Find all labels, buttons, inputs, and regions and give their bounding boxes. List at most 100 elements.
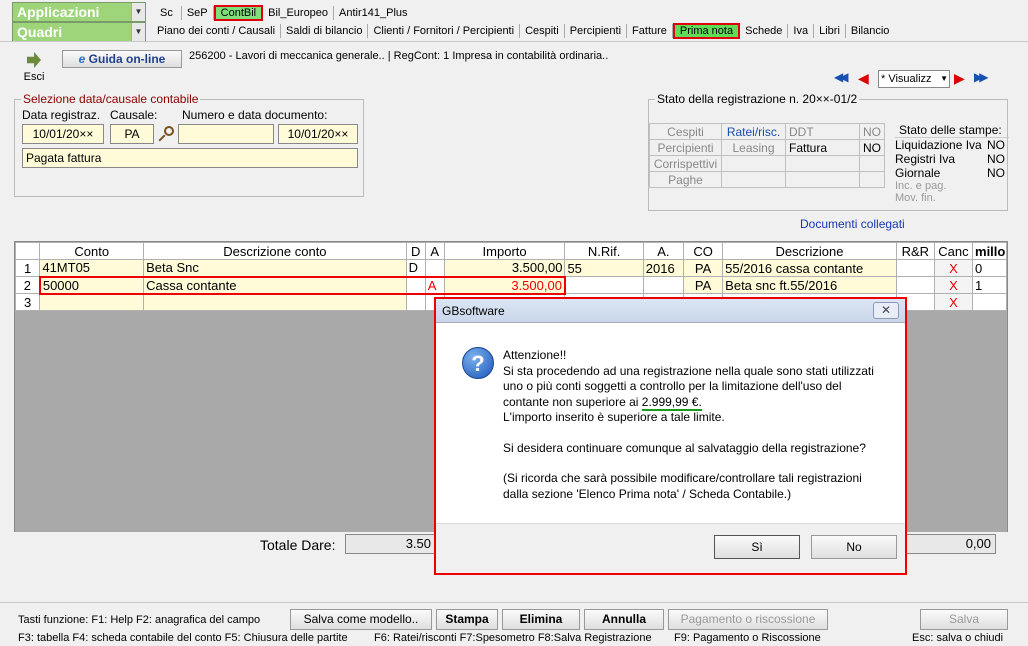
- col-header-d[interactable]: D: [405, 242, 426, 260]
- warning-dialog: GBsoftware ✕ ? Attenzione!! Si sta proce…: [434, 297, 907, 575]
- menu-cespiti[interactable]: Cespiti: [520, 24, 565, 38]
- data-documento-field[interactable]: 10/01/20××: [278, 124, 358, 144]
- elimina-button[interactable]: Elimina: [502, 609, 580, 630]
- no-button[interactable]: No: [811, 535, 897, 559]
- dialog-text: contante non superiore ai: [503, 394, 642, 409]
- prev-record-icon[interactable]: ◀: [858, 70, 874, 88]
- menu-clienti[interactable]: Clienti / Fornitori / Percipienti: [368, 24, 521, 38]
- applicazioni-combo[interactable]: Applicazioni ▼: [12, 2, 146, 22]
- totale-dare-number: 3.50: [405, 536, 431, 551]
- table-row[interactable]: 1 41MT05 Beta Snc D 3.500,00 55 2016 PA …: [14, 259, 1007, 277]
- cell-descrizione-conto[interactable]: Beta Snc: [143, 259, 407, 277]
- pagamento-button[interactable]: Pagamento o riscossione: [668, 609, 828, 630]
- delete-row-icon[interactable]: X: [933, 276, 974, 294]
- cell-millo[interactable]: [972, 293, 1007, 311]
- col-header-canc[interactable]: Canc: [933, 242, 974, 260]
- menu-bil-europeo[interactable]: Bil_Europeo: [263, 6, 335, 20]
- cell-anno[interactable]: [642, 276, 685, 294]
- col-header-anno[interactable]: A.: [642, 242, 685, 260]
- cell-importo[interactable]: 3.500,00: [443, 259, 566, 277]
- stampa-button[interactable]: Stampa: [436, 609, 498, 630]
- menu-prima-nota[interactable]: Prima nota: [672, 23, 741, 39]
- annulla-button[interactable]: Annulla: [584, 609, 664, 630]
- stampe-gio-value: NO: [987, 166, 1005, 180]
- row-number: 1: [14, 259, 41, 277]
- col-header-rr[interactable]: R&R: [895, 242, 935, 260]
- menu-bilancio[interactable]: Bilancio: [846, 24, 895, 38]
- menu-fatture[interactable]: Fatture: [627, 24, 673, 38]
- esci-button[interactable]: Esci: [12, 50, 56, 88]
- menu-piano-conti[interactable]: Piano dei conti / Causali: [152, 24, 282, 38]
- cell-a[interactable]: A: [424, 275, 445, 295]
- documenti-collegati-link[interactable]: Documenti collegati: [800, 217, 905, 231]
- stato-table: Cespiti Ratei/risc. DDT NO Percipienti Leasi…: [649, 123, 885, 188]
- menu-contbil[interactable]: ContBil: [213, 5, 264, 21]
- cell-co[interactable]: PA: [682, 259, 724, 277]
- shortcut-f3-text: F3: tabella F4: scheda contabile del con…: [18, 632, 348, 644]
- company-info: 256200 - Lavori di meccanica generale.. …: [189, 50, 609, 62]
- cell-millo[interactable]: 0: [972, 259, 1007, 277]
- cell-d[interactable]: [405, 293, 426, 311]
- chevron-down-icon[interactable]: ▼: [131, 3, 145, 21]
- stato-cell: DDT: [785, 123, 860, 140]
- menu-schede[interactable]: Schede: [740, 24, 789, 38]
- cell-rr[interactable]: [895, 276, 935, 294]
- cell-descrizione[interactable]: 55/2016 cassa contante: [722, 259, 897, 277]
- col-header-conto[interactable]: Conto: [39, 242, 145, 260]
- delete-row-icon[interactable]: X: [933, 259, 974, 277]
- salva-modello-button[interactable]: Salva come modello..: [290, 609, 432, 630]
- first-record-icon[interactable]: ◀◀: [834, 70, 854, 88]
- cell-descrizione-conto[interactable]: [143, 293, 407, 311]
- col-header-a[interactable]: A: [424, 242, 445, 260]
- guida-online-button[interactable]: e Guida on-line: [62, 50, 182, 68]
- close-icon[interactable]: ✕: [873, 302, 899, 319]
- menu-sep[interactable]: SeP: [182, 6, 214, 20]
- col-header-importo[interactable]: Importo: [443, 242, 566, 260]
- cell-importo[interactable]: 3.500,00: [443, 275, 566, 295]
- chevron-down-icon: ▼: [940, 74, 948, 83]
- col-header-co[interactable]: CO: [682, 242, 724, 260]
- menu-saldi[interactable]: Saldi di bilancio: [281, 24, 369, 38]
- cell-nrif[interactable]: [564, 276, 644, 294]
- cell-conto[interactable]: 50000: [38, 275, 145, 295]
- chevron-down-icon[interactable]: ▼: [131, 23, 145, 41]
- numero-label: Numero e data documento:: [182, 108, 328, 122]
- cell-d[interactable]: D: [405, 259, 426, 277]
- col-header-descrizione[interactable]: Descrizione: [722, 242, 897, 260]
- cell-rr[interactable]: [895, 259, 935, 277]
- numero-documento-field[interactable]: [178, 124, 274, 144]
- menu-iva[interactable]: Iva: [788, 24, 815, 38]
- cell-co[interactable]: PA: [682, 276, 724, 294]
- menu-percipienti[interactable]: Percipienti: [565, 24, 628, 38]
- cell-descrizione-conto[interactable]: Cassa contante: [143, 275, 407, 295]
- causale-field[interactable]: PA: [110, 124, 154, 144]
- menu-libri[interactable]: Libri: [814, 24, 846, 38]
- menu-sc[interactable]: Sc: [152, 6, 182, 20]
- col-header-millo[interactable]: millo: [972, 242, 1007, 260]
- cell-anno[interactable]: 2016: [642, 259, 685, 277]
- search-icon[interactable]: [158, 126, 174, 142]
- data-registrazione-field[interactable]: 10/01/20××: [22, 124, 104, 144]
- col-header-descrizione-conto[interactable]: Descrizione conto: [143, 242, 407, 260]
- cell-a[interactable]: [424, 259, 445, 277]
- elimina-label: Elimina: [519, 612, 563, 626]
- cell-descrizione[interactable]: Beta snc ft.55/2016: [722, 276, 897, 294]
- cell-d[interactable]: [405, 275, 426, 295]
- table-row[interactable]: 2 50000 Cassa contante A 3.500,00 PA Bet…: [14, 275, 1007, 295]
- quadri-combo[interactable]: Quadri ▼: [12, 22, 146, 42]
- delete-row-icon[interactable]: X: [933, 293, 974, 311]
- salva-button[interactable]: Salva: [920, 609, 1008, 630]
- descrizione-causale-field[interactable]: Pagata fattura: [22, 148, 358, 168]
- next-record-icon[interactable]: ▶: [954, 70, 970, 88]
- last-record-icon[interactable]: ▶▶: [974, 70, 994, 88]
- visualizza-select[interactable]: * Visualizz ▼: [878, 70, 950, 88]
- cell-conto[interactable]: [39, 293, 145, 311]
- stampe-title: Stato delle stampe:: [899, 123, 1002, 137]
- col-header-nrif[interactable]: N.Rif.: [564, 242, 644, 260]
- si-button[interactable]: Sì: [714, 535, 800, 559]
- cell-nrif[interactable]: 55: [564, 259, 644, 277]
- cell-millo[interactable]: 1: [972, 276, 1007, 294]
- menu-antir141[interactable]: Antir141_Plus: [334, 6, 413, 20]
- cell-conto[interactable]: 41MT05: [39, 259, 145, 277]
- esci-label: Esci: [23, 71, 45, 83]
